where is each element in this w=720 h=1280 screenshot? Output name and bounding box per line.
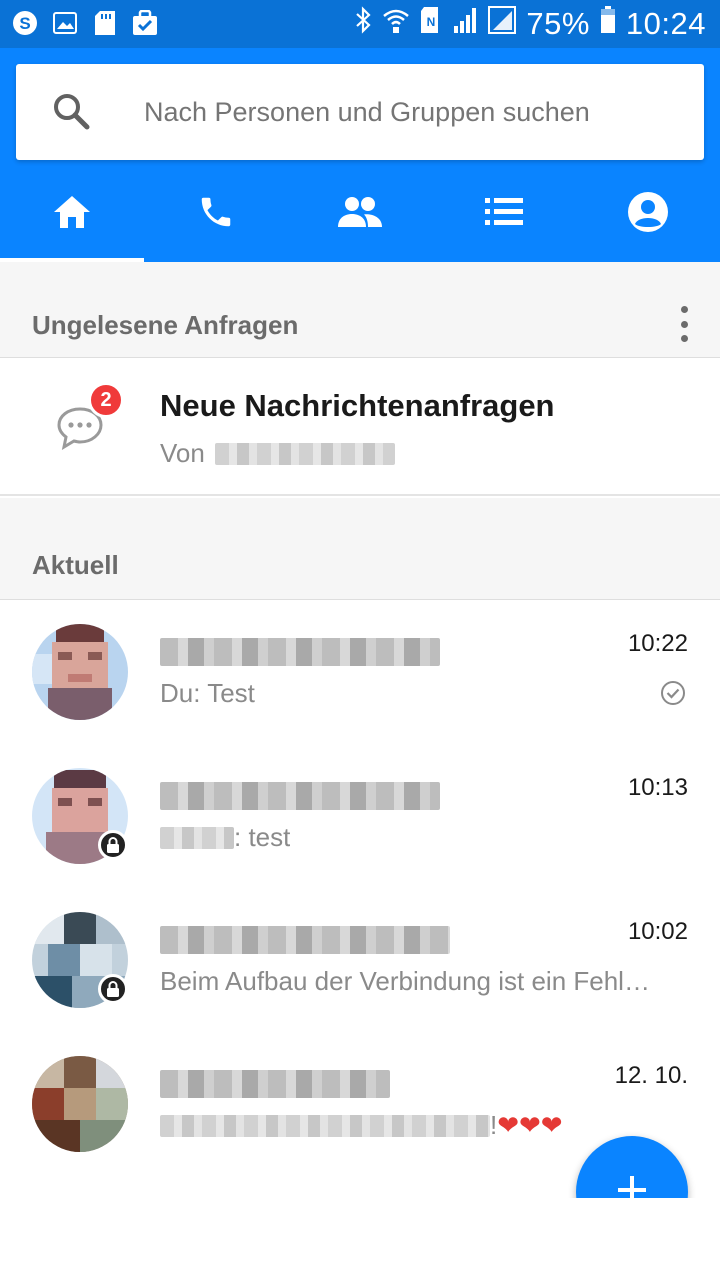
nfc-icon: N (420, 6, 442, 42)
requests-section-title: Ungelesene Anfragen (32, 310, 299, 340)
clock: 10:24 (625, 6, 706, 41)
chat-preview-text: : test (234, 822, 291, 852)
wifi-icon (382, 6, 410, 42)
avatar (32, 1056, 128, 1152)
chat-time: 10:02 (627, 918, 688, 945)
message-requests-subtitle: Von (160, 438, 395, 469)
search-bar[interactable] (16, 64, 704, 160)
chat-preview: ! ❤❤❤ (160, 1110, 563, 1141)
bluetooth-icon (354, 6, 372, 42)
redacted-sender (160, 826, 234, 849)
account-icon (627, 191, 669, 238)
more-options-icon[interactable] (676, 306, 692, 342)
svg-text:N: N (427, 15, 436, 29)
chat-preview: : test (160, 822, 290, 853)
contact-name-redacted (160, 782, 440, 810)
recent-section-header: Aktuell (0, 498, 720, 600)
sent-check-icon (660, 680, 686, 706)
bottom-area (0, 1198, 720, 1280)
contact-name-redacted (160, 638, 440, 666)
phone-icon (197, 193, 235, 236)
tab-profile[interactable] (576, 166, 720, 262)
people-icon (337, 195, 383, 234)
chat-preview-text: ! (490, 1110, 498, 1140)
chat-preview: Du: Test (160, 678, 255, 708)
search-input[interactable] (144, 64, 684, 160)
chat-list-item[interactable]: 10:13 : test (0, 744, 720, 888)
chat-list-item[interactable]: 10:02 Beim Aufbau der Verbindung ist ein… (0, 888, 720, 1032)
contact-name-redacted (160, 1070, 390, 1098)
contact-name-redacted (160, 926, 450, 954)
list-icon (484, 196, 524, 233)
tab-bar (0, 166, 720, 262)
signal-icon-2 (488, 6, 517, 42)
lock-icon (98, 974, 128, 1004)
tab-list[interactable] (432, 166, 576, 262)
app-header (0, 48, 720, 262)
chat-time: 12. 10. (614, 1062, 688, 1089)
status-bar: S N 75% 10:24 (0, 0, 720, 48)
tab-groups[interactable] (288, 166, 432, 262)
message-requests-from: Von (160, 438, 205, 468)
signal-icon (452, 6, 478, 42)
message-requests-title: Neue Nachrichtenanfragen (160, 388, 555, 423)
chat-list-item[interactable]: 10:22 Du: Test (0, 600, 720, 744)
recent-section-title: Aktuell (32, 550, 119, 580)
svg-text:S: S (19, 14, 30, 33)
battery-percent: 75% (526, 6, 590, 41)
skype-icon: S (12, 8, 38, 38)
message-requests-item[interactable]: 2 Neue Nachrichtenanfragen Von (0, 358, 720, 496)
tab-home[interactable] (0, 166, 144, 262)
bag-check-icon (132, 8, 158, 38)
home-icon (52, 194, 92, 235)
unread-count-badge: 2 (88, 382, 124, 418)
gallery-icon (52, 8, 78, 38)
battery-icon (600, 6, 616, 42)
redacted-sender (214, 442, 395, 465)
chat-preview: Beim Aufbau der Verbindung ist ein Fehl… (160, 966, 650, 996)
requests-section-header: Ungelesene Anfragen (0, 262, 720, 358)
avatar (32, 624, 128, 720)
hearts-emoji: ❤❤❤ (497, 1110, 563, 1140)
redacted-message (160, 1114, 490, 1137)
tab-calls[interactable] (144, 166, 288, 262)
sd-card-icon (92, 8, 118, 38)
search-icon (52, 92, 92, 132)
chat-time: 10:13 (627, 774, 688, 801)
chat-time: 10:22 (627, 630, 688, 657)
lock-icon (98, 830, 128, 860)
